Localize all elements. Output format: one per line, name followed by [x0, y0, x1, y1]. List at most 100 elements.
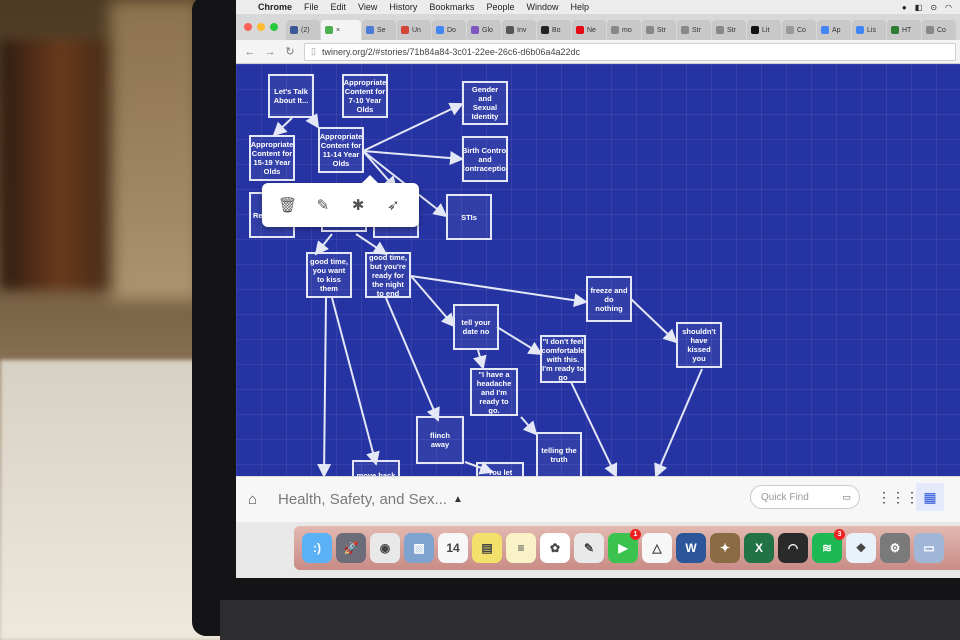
passage-lets-talk[interactable]: Let's Talk About It...	[268, 74, 314, 118]
browser-tab[interactable]: Str	[642, 20, 676, 40]
browser-tab[interactable]: Str	[677, 20, 711, 40]
tab-favicon-icon	[541, 26, 549, 34]
menu-app-name[interactable]: Chrome	[258, 2, 292, 12]
menu-view[interactable]: View	[358, 2, 377, 12]
rocket-icon[interactable]: ➶	[383, 196, 403, 214]
passage-you-let-your[interactable]: You let your	[476, 462, 524, 476]
dock-glyph: ▤	[481, 541, 493, 555]
chrome-icon[interactable]: ◉	[370, 533, 400, 563]
passage-move-back[interactable]: move back	[352, 460, 400, 476]
passage-gender-identity[interactable]: Gender and Sexual Identity	[462, 81, 508, 125]
textedit-icon[interactable]: ✎	[574, 533, 604, 563]
passage-freeze[interactable]: freeze and do nothing	[586, 276, 632, 322]
browser-tab[interactable]: Bo	[537, 20, 571, 40]
excel-icon[interactable]: X	[744, 533, 774, 563]
browser-tab[interactable]: Lis	[852, 20, 886, 40]
passage-birth-control[interactable]: Birth Control and Contraception	[462, 136, 508, 182]
tab-favicon-icon	[891, 26, 899, 34]
menu-edit[interactable]: Edit	[331, 2, 347, 12]
browser-tab[interactable]: Co	[922, 20, 956, 40]
tab-label: Co	[937, 26, 946, 34]
stickies-icon[interactable]: ▤	[472, 533, 502, 563]
home-icon[interactable]: ⌂	[248, 491, 266, 508]
photos-icon[interactable]: ✿	[540, 533, 570, 563]
passage-15-19[interactable]: Appropriate Content for 15-19 Year Olds	[249, 135, 295, 181]
tab-label: HT	[902, 26, 912, 34]
story-title[interactable]: Health, Safety, and Sex...	[278, 491, 447, 508]
pencil-icon[interactable]: ✎	[313, 196, 333, 214]
menu-help[interactable]: Help	[570, 2, 589, 12]
menu-file[interactable]: File	[304, 2, 319, 12]
tab-label: Lis	[867, 26, 876, 34]
system-preferences-icon[interactable]: ⚙	[880, 533, 910, 563]
menu-bookmarks[interactable]: Bookmarks	[429, 2, 474, 12]
browser-tab[interactable]: Str	[712, 20, 746, 40]
passage-kiss-them[interactable]: good time, you want to kiss them	[306, 252, 352, 298]
passage-shouldnt-kiss[interactable]: shouldn't have kissed you	[676, 322, 722, 368]
passage-dont-feel-comfortable[interactable]: "I don't feel comfortable with this. I'm…	[540, 335, 586, 383]
quick-find-input[interactable]: Quick Find ▭	[750, 485, 860, 509]
dropbox-icon[interactable]: ❖	[846, 533, 876, 563]
menu-people[interactable]: People	[486, 2, 514, 12]
launchpad-icon[interactable]: 🚀	[336, 533, 366, 563]
zoom-window-button[interactable]	[270, 23, 278, 31]
status-icon[interactable]: ⊙	[930, 3, 937, 12]
close-window-button[interactable]	[244, 23, 252, 31]
trash-icon[interactable]: 🗑	[278, 196, 298, 214]
browser-tab[interactable]: Inv	[502, 20, 536, 40]
story-menu-caret-icon[interactable]: ▲	[453, 494, 463, 505]
browser-tab[interactable]: ×	[321, 20, 361, 40]
passage-telling-truth[interactable]: telling the truth	[536, 432, 582, 476]
menu-history[interactable]: History	[389, 2, 417, 12]
grid-small-icon[interactable]: ⋮⋮⋮	[877, 483, 919, 511]
finder-icon[interactable]: :)	[302, 533, 332, 563]
passage-tell-date-no[interactable]: tell your date no	[453, 304, 499, 350]
scanner-icon[interactable]: ◠	[778, 533, 808, 563]
url-text: twinery.org/2/#stories/71b84a84-3c01-22e…	[321, 46, 580, 57]
browser-tab[interactable]: Co	[782, 20, 816, 40]
story-map-canvas[interactable]: Let's Talk About It... Appropriate Conte…	[236, 64, 960, 476]
status-icon[interactable]: ●	[902, 3, 907, 12]
browser-tabs: (2) × Se Un Do Glo Inv Bo Ne mo Str Str Str Lit Co Ap Li…	[286, 20, 957, 40]
tab-label: Ne	[587, 26, 596, 34]
gimp-icon[interactable]: ✦	[710, 533, 740, 563]
browser-tab[interactable]: Se	[362, 20, 396, 40]
back-arrow-icon[interactable]: ←	[244, 46, 256, 58]
calendar-icon[interactable]: 14	[438, 533, 468, 563]
bug-icon[interactable]: ✱	[348, 196, 368, 214]
browser-tab[interactable]: Ap	[817, 20, 851, 40]
menu-window[interactable]: Window	[526, 2, 558, 12]
address-bar[interactable]: ▯ twinery.org/2/#stories/71b84a84-3c01-2…	[304, 42, 956, 61]
browser-tab[interactable]: Glo	[467, 20, 501, 40]
reload-icon[interactable]: ↻	[284, 45, 296, 58]
browser-tab[interactable]: Lit	[747, 20, 781, 40]
quick-find-options-icon[interactable]: ▭	[842, 492, 851, 503]
status-icon[interactable]: ◧	[915, 3, 923, 12]
google-drive-icon[interactable]: △	[642, 533, 672, 563]
passage-11-14[interactable]: Appropriate Content for 11-14 Year Olds	[318, 127, 364, 173]
tab-favicon-icon	[401, 26, 409, 34]
browser-tab[interactable]: Do	[432, 20, 466, 40]
browser-tab[interactable]: Ne	[572, 20, 606, 40]
passage-headache[interactable]: "I have a headache and I'm ready to go.	[470, 368, 518, 416]
minimize-window-button[interactable]	[257, 23, 265, 31]
passage-night-end[interactable]: good time, but you're ready for the nigh…	[365, 252, 411, 298]
browser-tab[interactable]: HT	[887, 20, 921, 40]
passage-flinch-away[interactable]: flinch away	[416, 416, 464, 464]
preview-icon[interactable]: ▧	[404, 533, 434, 563]
browser-tab[interactable]: Un	[397, 20, 431, 40]
screenshot-icon[interactable]: ▭	[914, 533, 944, 563]
mac-menubar: Chrome File Edit View History Bookmarks …	[236, 0, 960, 14]
passage-stis[interactable]: STIs	[446, 194, 492, 240]
notification-badge: 1	[630, 529, 641, 540]
word-icon[interactable]: W	[676, 533, 706, 563]
grid-large-icon[interactable]: ▦	[916, 483, 944, 511]
passage-7-10[interactable]: Appropriate Content for 7-10 Year Olds	[342, 74, 388, 118]
wifi-icon[interactable]: ◠	[945, 3, 952, 12]
facetime-icon[interactable]: ▶ 1	[608, 529, 641, 563]
forward-arrow-icon[interactable]: →	[264, 46, 276, 58]
browser-tab[interactable]: (2)	[286, 20, 320, 40]
browser-tab[interactable]: mo	[607, 20, 641, 40]
notes-icon[interactable]: ≡	[506, 533, 536, 563]
spotify-icon[interactable]: ≋ 3	[812, 529, 845, 563]
